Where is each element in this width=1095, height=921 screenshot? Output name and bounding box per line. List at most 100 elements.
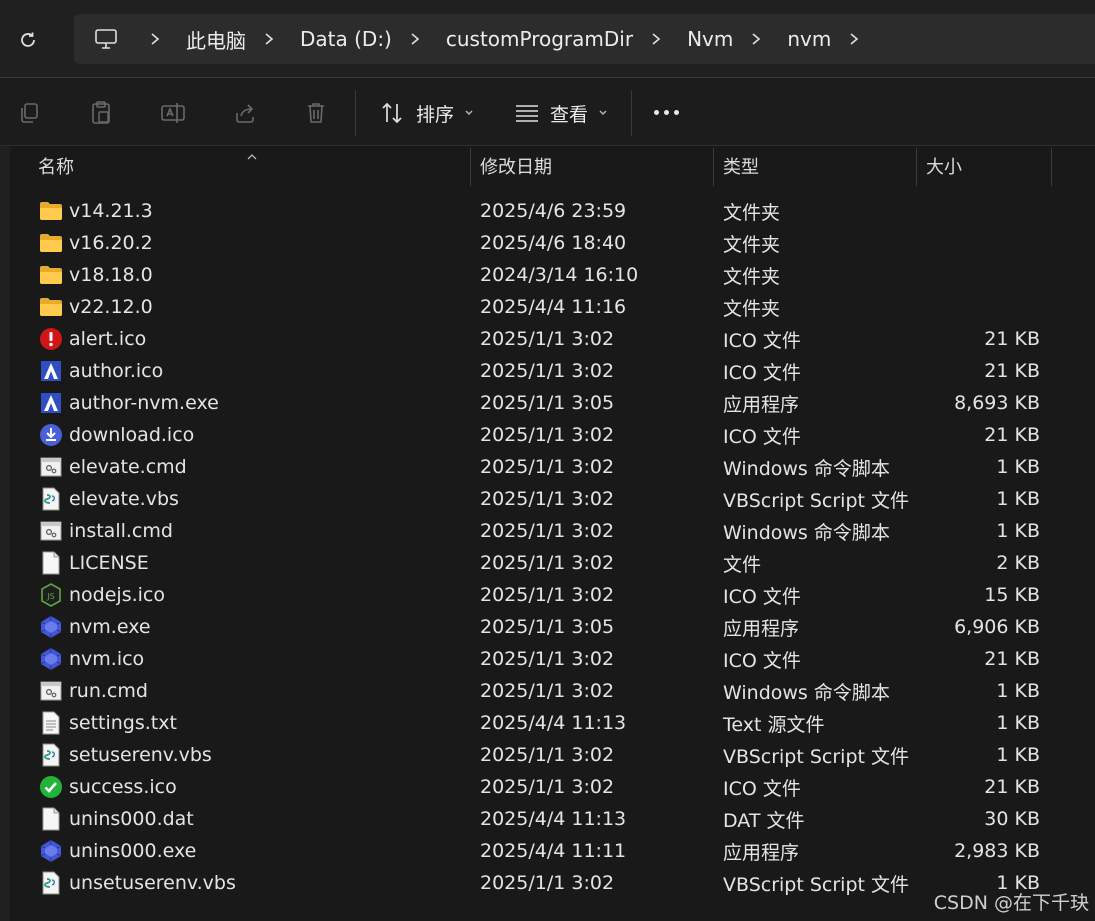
rename-icon[interactable]	[158, 98, 188, 128]
file-size: 21 KB	[984, 424, 1040, 446]
folder-icon	[38, 259, 64, 291]
file-row[interactable]: setuserenv.vbs 2025/1/1 3:02 VBScript Scri…	[0, 739, 1095, 771]
file-date: 2025/1/1 3:05	[480, 392, 615, 414]
file-row[interactable]: JS nodejs.ico 2025/1/1 3:02 ICO 文件 15 KB	[0, 579, 1095, 611]
file-row[interactable]: v14.21.3 2025/4/6 23:59 文件夹	[0, 195, 1095, 227]
file-row[interactable]: unsetuserenv.vbs 2025/1/1 3:02 VBScript Sc…	[0, 867, 1095, 899]
file-row[interactable]: LICENSE 2025/1/1 3:02 文件 2 KB	[0, 547, 1095, 579]
more-options-icon[interactable]	[654, 110, 679, 115]
file-date: 2025/1/1 3:02	[480, 872, 615, 894]
file-row[interactable]: run.cmd 2025/1/1 3:02 Windows 命令脚本 1 KB	[0, 675, 1095, 707]
column-divider[interactable]	[470, 148, 471, 186]
file-date: 2025/1/1 3:02	[480, 584, 615, 606]
breadcrumb-item[interactable]: nvm	[787, 27, 831, 51]
breadcrumb-item[interactable]: Nvm	[687, 27, 733, 51]
view-list-icon	[516, 105, 538, 122]
file-size: 1 KB	[996, 712, 1040, 734]
file-size: 6,906 KB	[954, 616, 1040, 638]
nvm-icon	[38, 643, 64, 675]
delete-icon[interactable]	[301, 98, 331, 128]
file-row[interactable]: nvm.exe 2025/1/1 3:05 应用程序 6,906 KB	[0, 611, 1095, 643]
file-row[interactable]: elevate.cmd 2025/1/1 3:02 Windows 命令脚本 1 KB	[0, 451, 1095, 483]
address-bar[interactable]: 此电脑 Data (D:) customProgramDir Nvm nvm	[74, 14, 1095, 64]
file-type: 文件夹	[723, 297, 781, 320]
file-size: 2,983 KB	[954, 840, 1040, 862]
file-name: alert.ico	[69, 328, 147, 350]
chevron-right-icon[interactable]	[649, 32, 663, 46]
file-date: 2025/1/1 3:02	[480, 552, 615, 574]
file-row[interactable]: success.ico 2025/1/1 3:02 ICO 文件 21 KB	[0, 771, 1095, 803]
paste-icon[interactable]	[86, 98, 116, 128]
chevron-right-icon[interactable]	[408, 32, 422, 46]
column-header-type[interactable]: 类型	[723, 146, 759, 186]
chevron-down-icon	[464, 109, 474, 117]
file-date: 2025/1/1 3:02	[480, 776, 615, 798]
breadcrumb-item[interactable]: 此电脑	[186, 25, 246, 54]
toolbar-divider	[355, 90, 356, 136]
sort-label: 排序	[416, 103, 455, 126]
file-row[interactable]: v22.12.0 2025/4/4 11:16 文件夹	[0, 291, 1095, 323]
file-list: v14.21.3 2025/4/6 23:59 文件夹 v16.20.2 2025/4/…	[0, 195, 1095, 899]
column-divider[interactable]	[713, 148, 714, 186]
copy-icon[interactable]	[14, 98, 44, 128]
sort-button[interactable]: 排序	[380, 96, 474, 130]
file-row[interactable]: unins000.exe 2025/4/4 11:11 应用程序 2,983 KB	[0, 835, 1095, 867]
file-date: 2025/1/1 3:02	[480, 520, 615, 542]
file-row[interactable]: author.ico 2025/1/1 3:02 ICO 文件 21 KB	[0, 355, 1095, 387]
nvm-icon	[38, 835, 64, 867]
chevron-right-icon[interactable]	[262, 32, 276, 46]
chevron-right-icon[interactable]	[847, 32, 861, 46]
address-bar-area: 此电脑 Data (D:) customProgramDir Nvm nvm	[0, 0, 1095, 78]
vbscript-icon	[38, 739, 64, 771]
column-header-date[interactable]: 修改日期	[480, 146, 552, 186]
file-row[interactable]: unins000.dat 2025/4/4 11:13 DAT 文件 30 KB	[0, 803, 1095, 835]
file-type: Windows 命令脚本	[723, 521, 890, 544]
file-row[interactable]: download.ico 2025/1/1 3:02 ICO 文件 21 KB	[0, 419, 1095, 451]
file-row[interactable]: author-nvm.exe 2025/1/1 3:05 应用程序 8,693 KB	[0, 387, 1095, 419]
file-name: author.ico	[69, 360, 164, 382]
file-name: setuserenv.vbs	[69, 744, 212, 766]
vbscript-icon	[38, 867, 64, 899]
breadcrumb-item[interactable]: customProgramDir	[446, 27, 633, 51]
file-size: 30 KB	[984, 808, 1040, 830]
column-divider[interactable]	[1051, 148, 1052, 186]
file-row[interactable]: settings.txt 2025/4/4 11:13 Text 源文件 1 KB	[0, 707, 1095, 739]
share-icon[interactable]	[230, 98, 260, 128]
file-name: unins000.exe	[69, 840, 197, 862]
view-button[interactable]: 查看	[514, 96, 608, 130]
file-type: VBScript Script 文件	[723, 745, 909, 768]
file-name: v22.12.0	[69, 296, 153, 318]
column-header-name[interactable]: 名称	[38, 146, 74, 186]
file-size: 2 KB	[996, 552, 1040, 574]
file-row[interactable]: install.cmd 2025/1/1 3:02 Windows 命令脚本 1 KB	[0, 515, 1095, 547]
file-type: 应用程序	[723, 393, 800, 416]
file-name: author-nvm.exe	[69, 392, 219, 414]
svg-text:JS: JS	[46, 592, 54, 601]
file-date: 2025/1/1 3:02	[480, 488, 615, 510]
watermark: CSDN @在下千玦	[933, 892, 1089, 914]
file-size: 21 KB	[984, 360, 1040, 382]
file-row[interactable]: alert.ico 2025/1/1 3:02 ICO 文件 21 KB	[0, 323, 1095, 355]
chevron-right-icon[interactable]	[148, 32, 162, 46]
file-size: 1 KB	[996, 456, 1040, 478]
file-name: elevate.cmd	[69, 456, 187, 478]
column-divider[interactable]	[916, 148, 917, 186]
file-row[interactable]: v18.18.0 2024/3/14 16:10 文件夹	[0, 259, 1095, 291]
download-icon	[38, 419, 64, 451]
file-row[interactable]: elevate.vbs 2025/1/1 3:02 VBScript Script …	[0, 483, 1095, 515]
file-icon	[38, 547, 64, 579]
sort-ascending-icon	[246, 146, 258, 165]
file-size: 21 KB	[984, 648, 1040, 670]
computer-icon[interactable]	[94, 28, 118, 50]
nodejs-icon: JS	[38, 579, 64, 611]
refresh-icon[interactable]	[14, 26, 42, 54]
vbscript-icon	[38, 483, 64, 515]
file-row[interactable]: nvm.ico 2025/1/1 3:02 ICO 文件 21 KB	[0, 643, 1095, 675]
file-date: 2025/4/4 11:13	[480, 712, 627, 734]
chevron-right-icon[interactable]	[749, 32, 763, 46]
folder-icon	[38, 195, 64, 227]
file-type: Windows 命令脚本	[723, 681, 890, 704]
file-row[interactable]: v16.20.2 2025/4/6 18:40 文件夹	[0, 227, 1095, 259]
breadcrumb-item[interactable]: Data (D:)	[300, 27, 392, 51]
column-header-size[interactable]: 大小	[926, 146, 962, 186]
